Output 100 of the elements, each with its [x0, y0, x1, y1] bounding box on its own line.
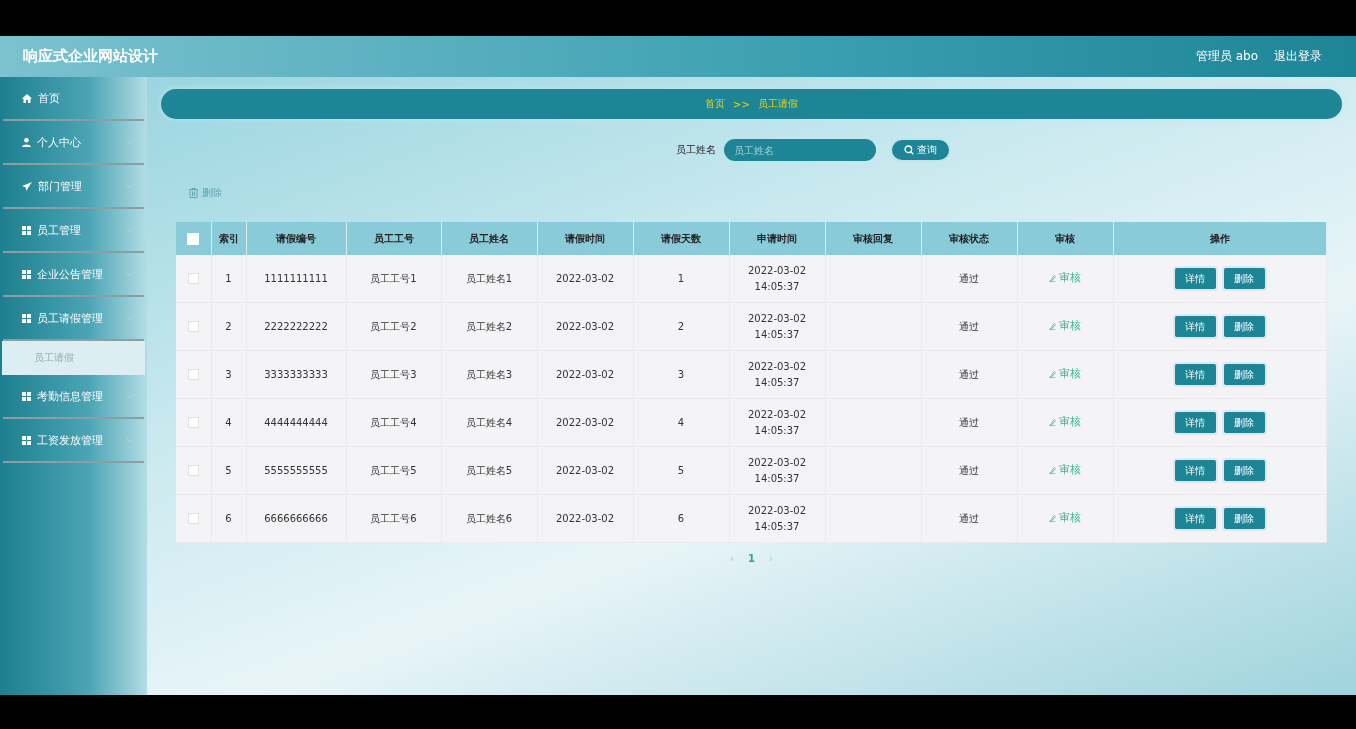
- table-cell: 2022-03-02 14:05:37: [747, 456, 807, 484]
- table-cell: 员工姓名5: [465, 464, 513, 476]
- row-delete-button[interactable]: 删除: [1223, 316, 1265, 337]
- sidebar-item[interactable]: 考勤信息管理: [3, 375, 144, 419]
- pencil-icon: [1049, 322, 1056, 330]
- row-checkbox[interactable]: [187, 513, 199, 524]
- table-cell: 2022-03-02 14:05:37: [747, 264, 807, 292]
- logout-link[interactable]: 退出登录: [1274, 48, 1322, 65]
- chevron-down-icon: [126, 271, 134, 277]
- column-header: 请假编号: [246, 222, 346, 255]
- pencil-icon: [1049, 274, 1056, 282]
- table-cell: 通过: [959, 512, 979, 524]
- table-cell: 员工工号1: [370, 272, 417, 284]
- row-checkbox[interactable]: [187, 465, 199, 476]
- search-field[interactable]: 员工姓名: [724, 139, 876, 161]
- column-header: 操作: [1113, 222, 1326, 255]
- breadcrumb-separator: >>: [733, 98, 750, 110]
- table-cell: 5555555555: [264, 464, 328, 476]
- row-delete-button[interactable]: 删除: [1223, 508, 1265, 529]
- table-cell: 2022-03-02: [555, 416, 615, 428]
- home-icon: [22, 93, 32, 103]
- delete-button[interactable]: 删除: [189, 186, 222, 200]
- review-link[interactable]: 审核: [1049, 462, 1081, 478]
- table-cell: 6666666666: [264, 512, 328, 524]
- table-cell: 2022-03-02: [555, 320, 615, 332]
- table-cell: 员工姓名1: [465, 272, 513, 284]
- table-cell: 6: [677, 512, 685, 524]
- table-cell: 员工工号3: [370, 368, 417, 380]
- column-header: 请假时间: [537, 222, 633, 255]
- table-cell: 员工工号6: [370, 512, 417, 524]
- details-button[interactable]: 详情: [1174, 508, 1216, 529]
- pencil-icon: [1049, 418, 1056, 426]
- table-cell: 5: [677, 464, 685, 476]
- row-checkbox[interactable]: [187, 417, 199, 428]
- table-cell: 员工工号2: [370, 320, 417, 332]
- sidebar-item[interactable]: 工资发放管理: [3, 419, 144, 463]
- search-label: 员工姓名: [676, 143, 716, 157]
- row-delete-button[interactable]: 删除: [1223, 460, 1265, 481]
- review-link[interactable]: 审核: [1049, 414, 1081, 430]
- row-delete-button[interactable]: 删除: [1223, 364, 1265, 385]
- table-cell: 员工工号5: [370, 464, 417, 476]
- table-cell: 通过: [959, 368, 979, 380]
- page-number[interactable]: 1: [748, 553, 755, 564]
- table-cell: 员工姓名4: [465, 416, 513, 428]
- sidebar-item[interactable]: 员工管理: [3, 209, 144, 253]
- details-button[interactable]: 详情: [1174, 316, 1216, 337]
- table-cell: 1: [225, 272, 232, 284]
- details-button[interactable]: 详情: [1174, 460, 1216, 481]
- site-title: 响应式企业网站设计: [23, 47, 158, 66]
- chevron-down-icon: [126, 139, 134, 145]
- grid-icon: [22, 225, 31, 235]
- sidebar-item[interactable]: 企业公告管理: [3, 253, 144, 297]
- review-link[interactable]: 审核: [1049, 318, 1081, 334]
- details-button[interactable]: 详情: [1174, 364, 1216, 385]
- details-button[interactable]: 详情: [1174, 268, 1216, 289]
- row-checkbox[interactable]: [187, 321, 199, 332]
- row-checkbox[interactable]: [187, 273, 199, 284]
- table-cell: 2022-03-02: [555, 368, 615, 380]
- sidebar-item[interactable]: 首页: [3, 77, 144, 121]
- trash-icon: [189, 188, 198, 198]
- table-cell: 1111111111: [264, 272, 328, 284]
- sidebar-item[interactable]: 个人中心: [3, 121, 144, 165]
- pencil-icon: [1049, 514, 1056, 522]
- user-icon: [22, 137, 31, 147]
- pencil-icon: [1049, 370, 1056, 378]
- table-cell: 员工姓名2: [465, 320, 513, 332]
- table-cell: 5: [225, 464, 232, 476]
- breadcrumb-item[interactable]: 员工请假: [757, 97, 798, 111]
- table-cell: 员工姓名6: [465, 512, 513, 524]
- sidebar-item[interactable]: 部门管理: [3, 165, 144, 209]
- grid-icon: [22, 435, 31, 445]
- admin-user-link[interactable]: 管理员 abo: [1195, 48, 1258, 65]
- row-delete-button[interactable]: 删除: [1223, 412, 1265, 433]
- breadcrumb-item[interactable]: 首页: [705, 97, 726, 111]
- table-cell: 员工姓名3: [465, 368, 513, 380]
- table-cell: 通过: [959, 320, 979, 332]
- select-all-checkbox[interactable]: [187, 232, 200, 245]
- chevron-down-icon: [126, 437, 134, 443]
- chevron-down-icon: [126, 183, 134, 189]
- table-cell: 2022-03-02: [555, 464, 615, 476]
- table-cell: 4444444444: [264, 416, 328, 428]
- row-delete-button[interactable]: 删除: [1223, 268, 1265, 289]
- table-cell: 通过: [959, 272, 979, 284]
- search-button[interactable]: 查询: [890, 138, 951, 162]
- review-link[interactable]: 审核: [1049, 366, 1081, 382]
- paper-plane-icon: [22, 181, 32, 191]
- column-header: 员工姓名: [441, 222, 537, 255]
- row-checkbox[interactable]: [187, 369, 199, 380]
- table-cell: 2022-03-02 14:05:37: [747, 408, 807, 436]
- column-header: 审核: [1017, 222, 1113, 255]
- review-link[interactable]: 审核: [1049, 270, 1081, 286]
- table-cell: 3: [225, 368, 232, 380]
- table-cell: 员工工号4: [370, 416, 417, 428]
- chevron-down-icon: [126, 393, 134, 399]
- details-button[interactable]: 详情: [1174, 412, 1216, 433]
- review-link[interactable]: 审核: [1049, 510, 1081, 526]
- column-header: 索引: [211, 222, 246, 255]
- pencil-icon: [1049, 466, 1056, 474]
- sidebar-subitem[interactable]: 员工请假: [2, 341, 145, 375]
- table-cell: 通过: [959, 416, 979, 428]
